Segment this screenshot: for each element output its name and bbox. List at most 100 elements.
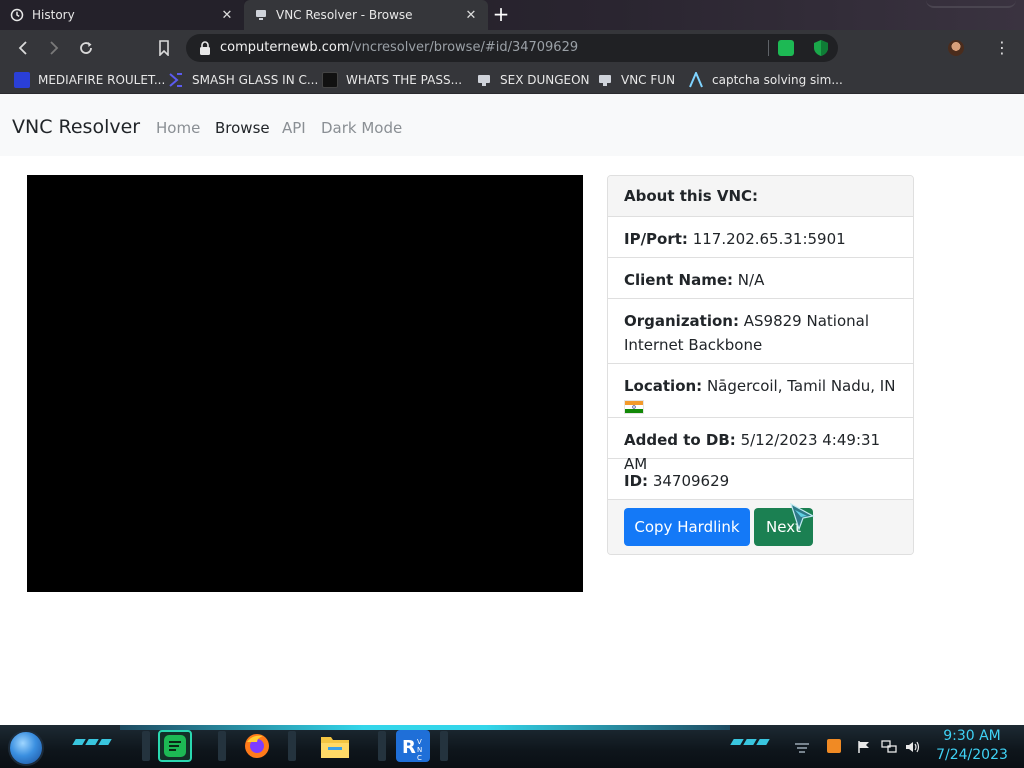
network-icon[interactable] (881, 739, 897, 753)
forward-button[interactable] (43, 38, 65, 58)
new-tab-button[interactable]: + (490, 4, 512, 25)
tab-title: History (32, 8, 75, 22)
captcha-icon (688, 70, 704, 88)
bookmark-captcha[interactable]: captcha solving sim... (688, 70, 843, 89)
bookmark-label: SMASH GLASS IN C... (192, 73, 319, 87)
added-to-db-label: Added to DB: (624, 431, 736, 449)
taskbar-slot (378, 731, 386, 761)
show-hidden-icon[interactable] (794, 739, 809, 753)
taskbar-slot (288, 731, 296, 761)
client-name-label: Client Name: (624, 271, 734, 289)
back-arrow-icon (18, 41, 27, 55)
reload-button[interactable] (75, 38, 97, 58)
vnc-favicon-icon (254, 8, 268, 22)
added-to-db-row: Added to DB: 5/12/2023 4:49:31 AM (608, 418, 913, 473)
history-icon (10, 8, 24, 22)
start-button[interactable] (8, 730, 44, 766)
organization-label: Organization: (624, 312, 739, 330)
taskbar-clock[interactable]: 9:30 AM 7/24/2023 (930, 727, 1014, 765)
firefox-taskbar-button[interactable] (240, 730, 274, 762)
clock-time: 9:30 AM (943, 728, 1001, 744)
reload-icon (80, 42, 92, 54)
taskbar-slot (218, 731, 226, 761)
svg-text:C: C (417, 754, 422, 761)
forward-arrow-icon (50, 41, 59, 55)
bookmark-mediafire[interactable]: MEDIAFIRE ROULET... (14, 71, 165, 89)
taskbar-slot (440, 731, 448, 761)
whats-the-pass-icon (322, 72, 338, 88)
back-button[interactable] (12, 38, 34, 58)
svg-text:V: V (417, 738, 422, 746)
svg-text:N: N (417, 746, 422, 754)
realvnc-taskbar-button[interactable]: RVNC (396, 730, 430, 762)
site-navbar: VNC Resolver Home Browse API Dark Mode (0, 94, 1024, 156)
close-tab-icon[interactable]: ✕ (464, 8, 478, 23)
file-explorer-icon (321, 737, 349, 758)
file-explorer-taskbar-button[interactable] (318, 730, 352, 762)
location-value: Nāgercoil, Tamil Nadu, IN (706, 377, 896, 395)
taskbar-chevron-decoration (730, 739, 770, 749)
ip-port-row: IP/Port: 117.202.65.31:5901 (608, 217, 913, 258)
nav-dark-mode[interactable]: Dark Mode (321, 119, 402, 137)
nav-home[interactable]: Home (156, 119, 200, 137)
card-footer: Copy Hardlink Next (608, 500, 913, 554)
bookmark-button[interactable] (153, 38, 175, 58)
taskbar-slot (142, 731, 150, 761)
volume-icon[interactable] (905, 739, 920, 753)
bookmark-icon (159, 40, 169, 56)
window-frame-decoration (926, 0, 1016, 8)
profile-avatar[interactable] (948, 40, 964, 56)
tab-history[interactable]: History ✕ (0, 0, 244, 30)
bookmark-label: VNC FUN (621, 73, 676, 87)
tab-vnc-resolver[interactable]: VNC Resolver - Browse ✕ (244, 0, 488, 30)
url-text[interactable]: computernewb.com/vncresolver/browse/#id/… (220, 40, 578, 55)
taskbar: RVNC (0, 725, 1024, 768)
organization-row: Organization: AS9829 National Internet B… (608, 299, 913, 364)
bookmark-sex-dungeon[interactable]: SEX DUNGEON (476, 71, 590, 89)
spotify-taskbar-button[interactable] (158, 730, 192, 762)
india-flag-icon (624, 400, 644, 414)
svg-text:R: R (402, 737, 416, 758)
clock-date: 7/24/2023 (936, 747, 1008, 763)
bookmark-vnc-fun[interactable]: VNC FUN (597, 71, 675, 89)
client-name-value: N/A (737, 271, 765, 289)
shield-extension-icon[interactable] (813, 39, 829, 57)
vnc-info-card: About this VNC: IP/Port: 117.202.65.31:5… (607, 175, 914, 555)
url-host: computernewb.com (220, 40, 350, 55)
bookmark-smash-glass[interactable]: SMASH GLASS IN C... (168, 71, 318, 89)
site-brand[interactable]: VNC Resolver (12, 116, 140, 138)
location-row: Location: Nāgercoil, Tamil Nadu, IN (608, 364, 913, 418)
id-value: 34709629 (652, 472, 730, 490)
tab-strip: History ✕ VNC Resolver - Browse ✕ + (0, 0, 1024, 30)
nav-browse[interactable]: Browse (215, 119, 270, 137)
copy-hardlink-button[interactable]: Copy Hardlink (624, 508, 750, 546)
url-path: /vncresolver/browse/#id/34709629 (349, 40, 579, 55)
card-header: About this VNC: (608, 176, 913, 217)
spotify-extension-icon[interactable] (778, 40, 794, 56)
id-row: ID: 34709629 (608, 459, 913, 500)
nav-api[interactable]: API (282, 119, 306, 137)
action-center-flag-icon[interactable] (857, 739, 871, 753)
ip-port-label: IP/Port: (624, 230, 688, 248)
id-label: ID: (624, 472, 649, 490)
bookmark-label: MEDIAFIRE ROULET... (38, 73, 166, 87)
taskbar-chevron-decoration (72, 739, 112, 749)
mouse-cursor-icon (789, 502, 817, 532)
toolbar-divider (768, 40, 769, 56)
bookmark-label: SEX DUNGEON (500, 73, 590, 87)
vnc-favicon-icon (597, 72, 613, 88)
client-name-row: Client Name: N/A (608, 258, 913, 299)
firefox-icon (245, 734, 269, 758)
ip-port-value: 117.202.65.31:5901 (692, 230, 846, 248)
web-page: VNC Resolver Home Browse API Dark Mode A… (0, 94, 1024, 725)
lock-icon[interactable] (198, 40, 212, 56)
tray-app-icon[interactable] (827, 739, 841, 753)
vnc-screenshot (27, 175, 583, 592)
bookmark-label: captcha solving sim... (712, 73, 843, 87)
close-tab-icon[interactable]: ✕ (220, 8, 234, 23)
bookmark-label: WHATS THE PASS... (346, 73, 463, 87)
realvnc-icon: R VNC (402, 737, 422, 761)
tab-title: VNC Resolver - Browse (276, 8, 413, 22)
bookmark-whats-the-pass[interactable]: WHATS THE PASS... (322, 71, 462, 89)
browser-menu-icon[interactable]: ⋮ (994, 38, 1010, 58)
